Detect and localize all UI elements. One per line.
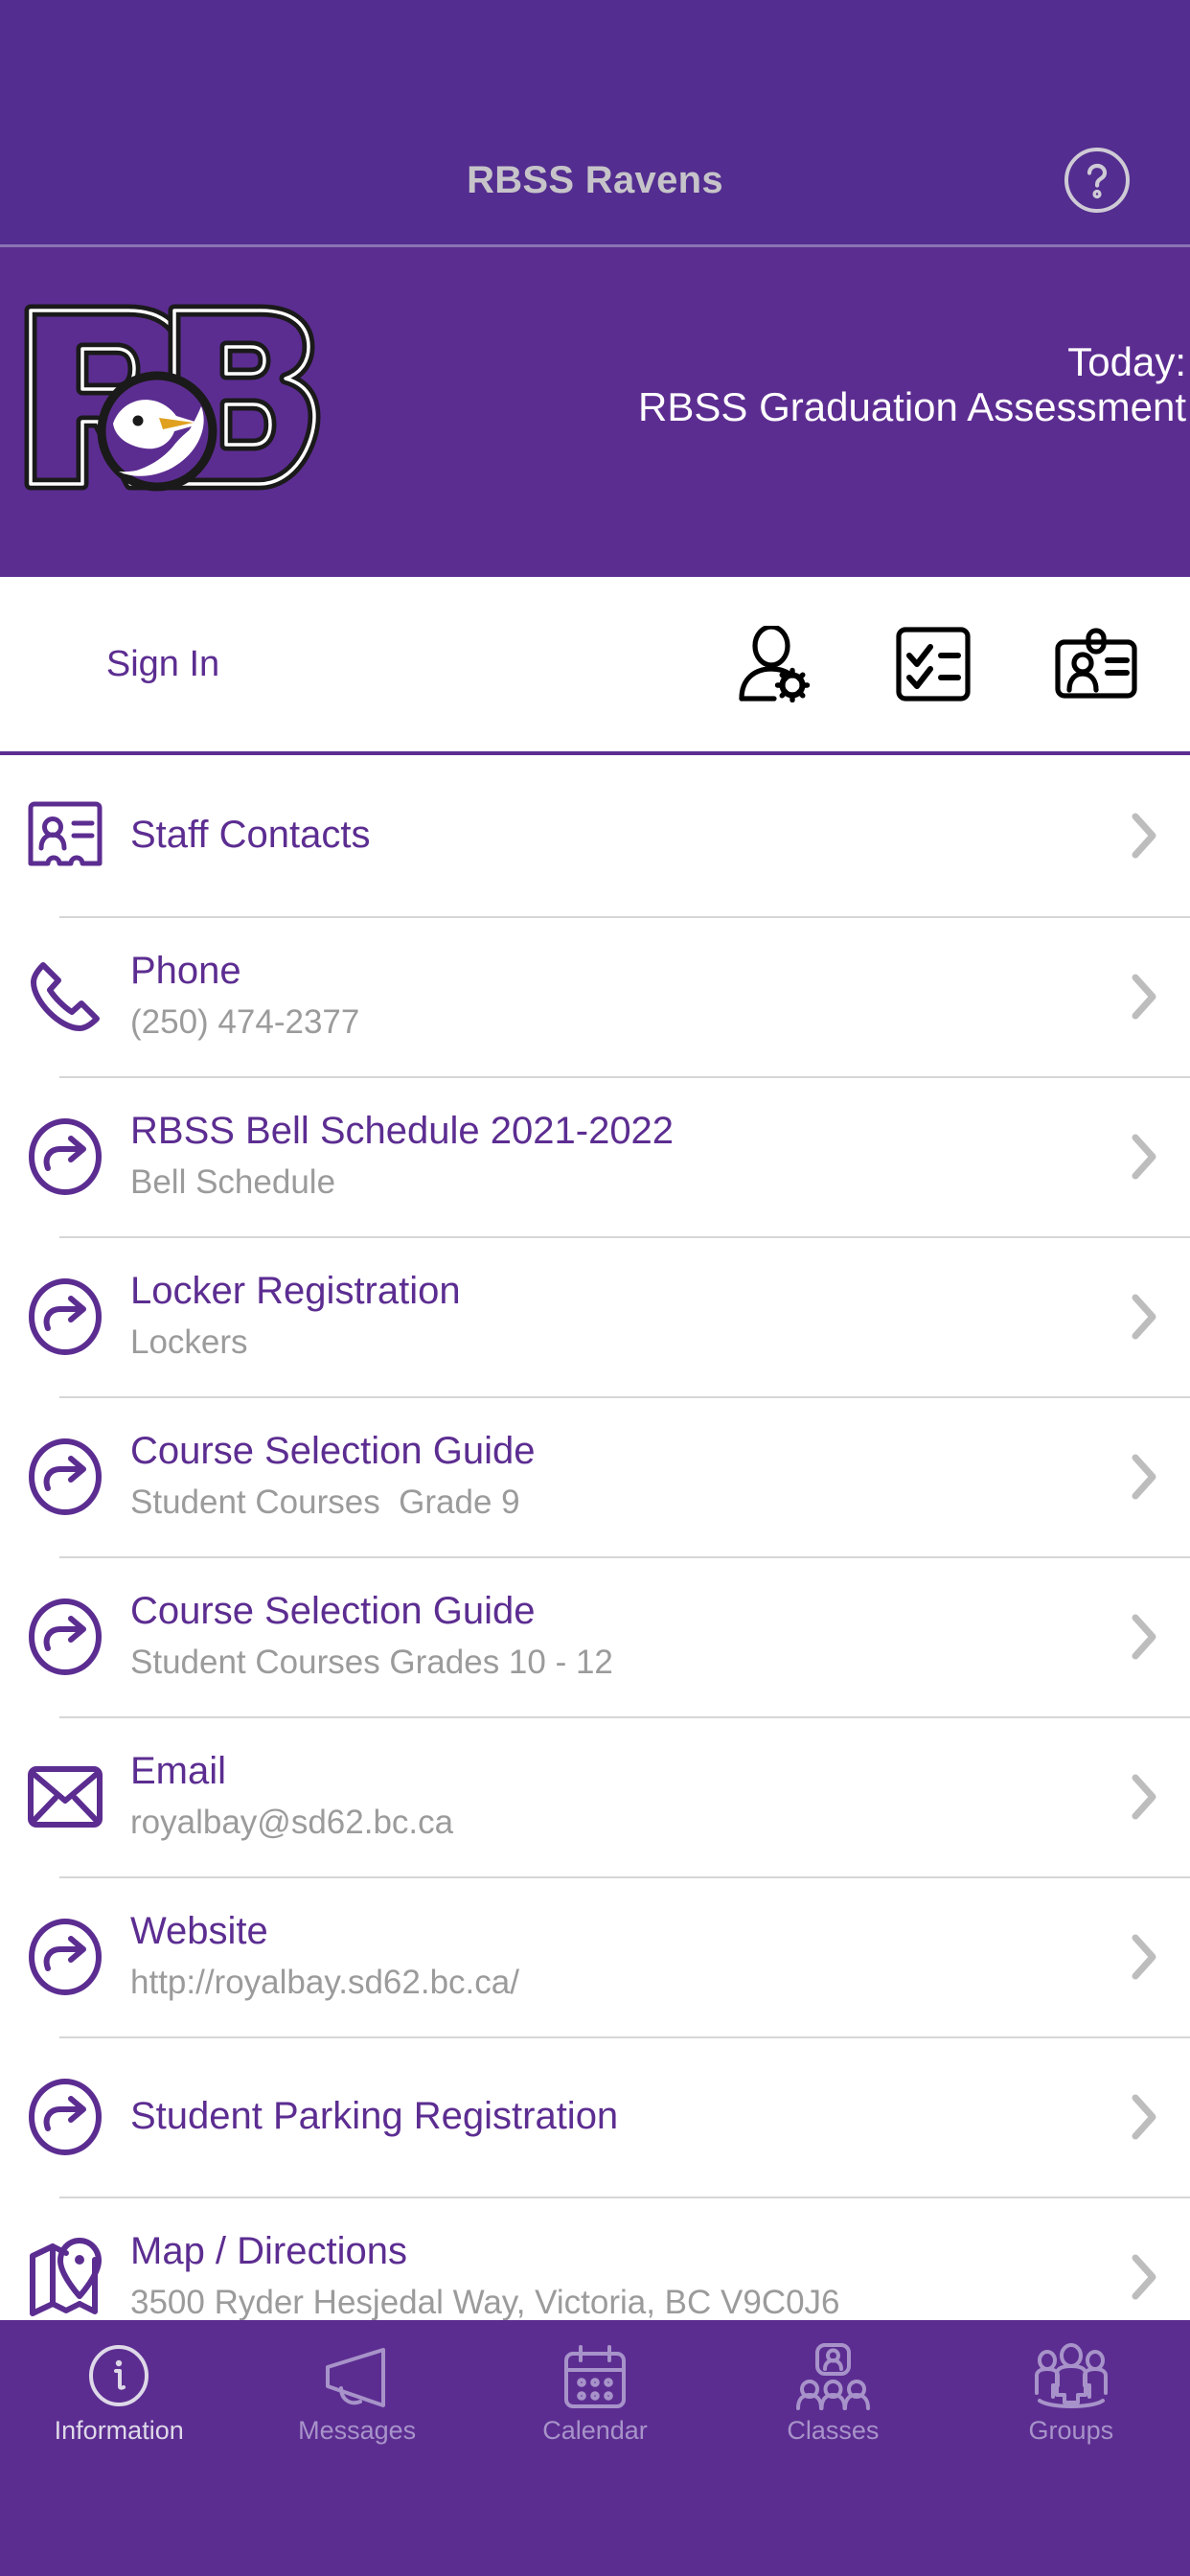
today-label: Today: [1067, 339, 1186, 384]
list-item-title: Course Selection Guide [130, 1429, 536, 1472]
sign-in-button[interactable]: Sign In [0, 644, 326, 685]
info-circle-icon [87, 2341, 150, 2414]
list-item[interactable]: RBSS Bell Schedule 2021-2022 Bell Schedu… [0, 1076, 1190, 1236]
list-item-subtitle: (250) 474-2377 [130, 1002, 360, 1041]
link-arrow-icon [25, 1597, 105, 1677]
list-item-title: Email [130, 1749, 227, 1792]
tab-groups[interactable]: Groups [952, 2341, 1190, 2444]
list-item-body: Map / Directions 3500 Ryder Hesjedal Way… [130, 2229, 1123, 2325]
link-arrow-icon [25, 1276, 105, 1357]
school-banner: Today: RBSS Graduation Assessment [0, 247, 1190, 577]
list-item-subtitle: Student Courses Grades 10 - 12 [130, 1643, 613, 1681]
tab-classes[interactable]: Classes [714, 2341, 951, 2444]
tab-label: Messages [298, 2416, 417, 2445]
chevron-right-icon[interactable] [1123, 968, 1165, 1025]
today-block: Today: RBSS Graduation Assessment [638, 339, 1186, 429]
list-item-body: Phone (250) 474-2377 [130, 949, 1123, 1045]
phone-icon [25, 956, 105, 1037]
chevron-right-icon[interactable] [1123, 1128, 1165, 1185]
calendar-icon [561, 2341, 629, 2414]
list-item-body: Course Selection Guide Student Courses G… [130, 1589, 1123, 1685]
tab-label: Information [54, 2416, 184, 2445]
link-arrow-icon [25, 1917, 105, 1997]
list-item-body: Course Selection Guide Student Courses G… [130, 1429, 1123, 1525]
list-item[interactable]: Phone (250) 474-2377 [0, 916, 1190, 1076]
tab-messages[interactable]: Messages [238, 2341, 475, 2444]
list-item-title: Phone [130, 949, 241, 992]
list-item-title: Locker Registration [130, 1269, 461, 1312]
help-circle-icon[interactable] [1064, 148, 1130, 213]
school-logo [13, 289, 351, 505]
link-arrow-icon [25, 1116, 105, 1197]
list-item-body: RBSS Bell Schedule 2021-2022 Bell Schedu… [130, 1109, 1123, 1205]
app-root: RBSS Ravens Today: RBSS Graduation Asses… [0, 0, 1190, 2576]
list-item-title: Website [130, 1909, 268, 1952]
list-item-title: Map / Directions [130, 2229, 407, 2272]
information-list[interactable]: Staff Contacts Phone (250) 474-2377 RBSS… [0, 755, 1190, 2576]
chevron-right-icon[interactable] [1123, 2088, 1165, 2146]
bottom-tab-bar: Information Messages Calendar Classes Gr… [0, 2320, 1190, 2576]
list-item-body: Locker Registration Lockers [130, 1269, 1123, 1365]
toolbar-icon-group [326, 623, 1190, 705]
list-item[interactable]: Website http://royalbay.sd62.bc.ca/ [0, 1876, 1190, 2036]
chevron-right-icon[interactable] [1123, 1448, 1165, 1506]
list-item-body: Staff Contacts [130, 813, 1123, 858]
id-badge-icon[interactable] [1052, 623, 1140, 705]
list-item[interactable]: Staff Contacts [0, 755, 1190, 916]
chevron-right-icon[interactable] [1123, 1608, 1165, 1666]
list-item-subtitle: 3500 Ryder Hesjedal Way, Victoria, BC V9… [130, 2283, 840, 2321]
list-item[interactable]: Email royalbay@sd62.bc.ca [0, 1716, 1190, 1876]
checklist-icon[interactable] [889, 623, 977, 705]
list-item[interactable]: Locker Registration Lockers [0, 1236, 1190, 1396]
page-title: RBSS Ravens [467, 159, 723, 201]
chevron-right-icon[interactable] [1123, 1928, 1165, 1986]
today-event: RBSS Graduation Assessment [638, 384, 1186, 430]
tab-information[interactable]: Information [0, 2341, 238, 2444]
list-item-subtitle: royalbay@sd62.bc.ca [130, 1803, 454, 1841]
list-item-body: Website http://royalbay.sd62.bc.ca/ [130, 1909, 1123, 2005]
list-item[interactable]: Course Selection Guide Student Courses G… [0, 1556, 1190, 1716]
list-item-subtitle: Bell Schedule [130, 1162, 336, 1201]
link-arrow-icon [25, 1437, 105, 1517]
account-toolbar: Sign In [0, 577, 1190, 755]
list-item-body: Student Parking Registration [130, 2094, 1123, 2139]
tab-label: Calendar [542, 2416, 648, 2445]
tab-calendar[interactable]: Calendar [476, 2341, 714, 2444]
chevron-right-icon[interactable] [1123, 1768, 1165, 1826]
list-item-title: Staff Contacts [130, 814, 371, 857]
link-arrow-icon [25, 2077, 105, 2157]
chevron-right-icon[interactable] [1123, 807, 1165, 864]
classes-icon [795, 2341, 871, 2414]
groups-icon [1033, 2341, 1110, 2414]
chevron-right-icon[interactable] [1123, 1288, 1165, 1346]
user-settings-icon[interactable] [726, 623, 814, 705]
list-item-title: Student Parking Registration [130, 2094, 619, 2137]
list-item-subtitle: Student Courses Grade 9 [130, 1483, 520, 1521]
list-item-subtitle: http://royalbay.sd62.bc.ca/ [130, 1963, 519, 2001]
list-item-title: Course Selection Guide [130, 1589, 536, 1632]
list-item[interactable]: Student Parking Registration [0, 2036, 1190, 2196]
list-item-body: Email royalbay@sd62.bc.ca [130, 1749, 1123, 1845]
list-item[interactable]: Course Selection Guide Student Courses G… [0, 1396, 1190, 1556]
list-item-title: RBSS Bell Schedule 2021-2022 [130, 1109, 675, 1152]
tab-label: Groups [1028, 2416, 1114, 2445]
megaphone-icon [320, 2341, 395, 2414]
envelope-icon [25, 1757, 105, 1837]
list-item-subtitle: Lockers [130, 1322, 248, 1361]
top-navbar: RBSS Ravens [0, 0, 1190, 247]
chevron-right-icon[interactable] [1123, 2248, 1165, 2306]
map-pin-icon [25, 2237, 105, 2317]
contact-card-icon [25, 795, 105, 876]
tab-label: Classes [787, 2416, 880, 2445]
